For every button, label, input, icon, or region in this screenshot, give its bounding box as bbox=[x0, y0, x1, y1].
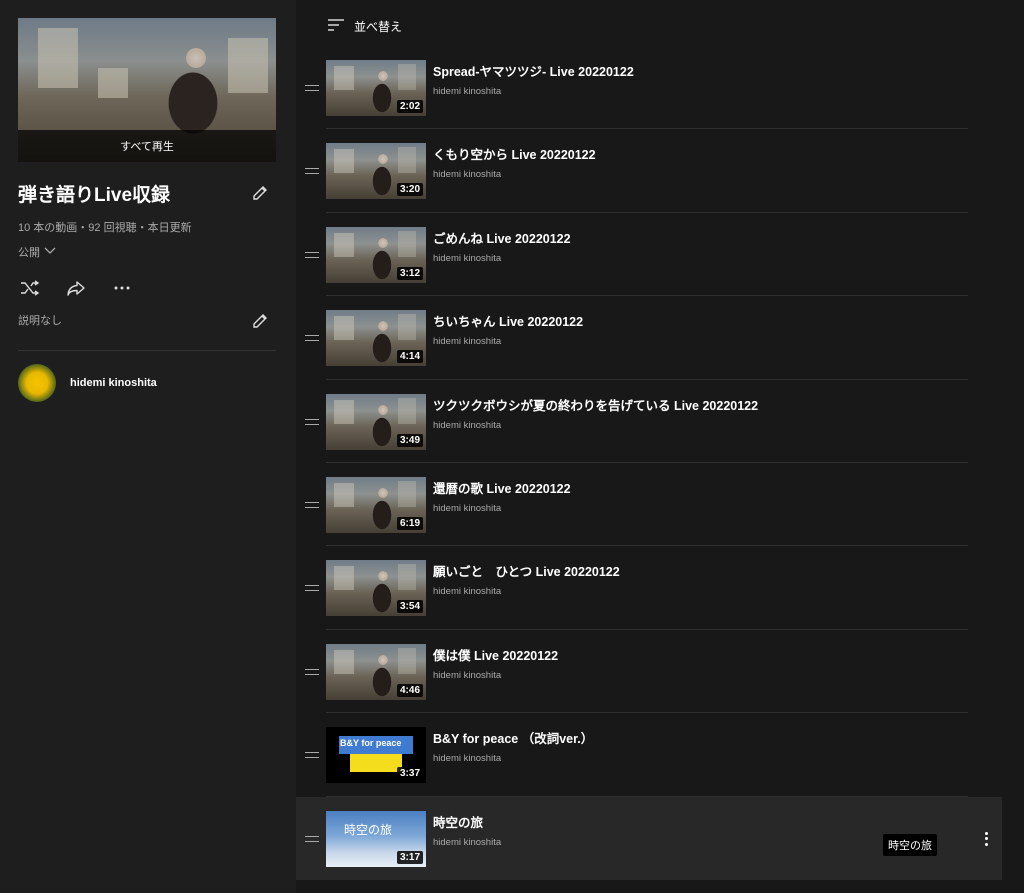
video-thumbnail[interactable]: 3:20 bbox=[326, 143, 426, 200]
video-channel[interactable]: hidemi kinoshita bbox=[433, 837, 501, 848]
video-row[interactable]: 3:49 ツクツクボウシが夏の終わりを告げている Live 20220122 h… bbox=[296, 380, 1002, 463]
drag-handle-icon[interactable] bbox=[305, 752, 319, 759]
playlist-title: 弾き語りLive収録 bbox=[18, 185, 171, 206]
video-channel[interactable]: hidemi kinoshita bbox=[433, 586, 501, 597]
video-row[interactable]: 2:02 Spread-ヤマツツジ- Live 20220122 hidemi … bbox=[296, 46, 1002, 130]
chevron-down-icon bbox=[44, 246, 56, 258]
video-thumbnail[interactable]: 4:14 bbox=[326, 310, 426, 367]
video-channel[interactable]: hidemi kinoshita bbox=[433, 670, 501, 681]
video-title[interactable]: 僕は僕 Live 20220122 bbox=[433, 645, 558, 664]
duration-badge: 4:46 bbox=[396, 683, 423, 697]
sort-label: 並べ替え bbox=[354, 20, 403, 34]
drag-handle-icon[interactable] bbox=[305, 335, 319, 342]
playlist-header-panel: すべて再生 弾き語りLive収録 10 本の動画・92 回視聴・本日更新 公開 … bbox=[0, 0, 296, 893]
title-tooltip: 時空の旅 bbox=[883, 833, 937, 856]
sort-button[interactable]: 並べ替え bbox=[328, 18, 402, 35]
duration-badge: 4:14 bbox=[396, 350, 423, 364]
avatar bbox=[18, 364, 56, 402]
video-title[interactable]: くもり空から Live 20220122 bbox=[433, 144, 596, 163]
video-channel[interactable]: hidemi kinoshita bbox=[433, 169, 501, 180]
duration-badge: 3:54 bbox=[396, 600, 423, 614]
video-thumbnail[interactable]: 4:46 bbox=[326, 643, 426, 700]
playlist-thumbnail[interactable]: すべて再生 bbox=[18, 18, 276, 162]
shuffle-icon[interactable] bbox=[18, 278, 42, 298]
duration-badge: 3:17 bbox=[396, 850, 423, 864]
drag-handle-icon[interactable] bbox=[305, 251, 319, 258]
video-channel[interactable]: hidemi kinoshita bbox=[433, 336, 501, 347]
playlist-description: 説明なし bbox=[18, 315, 62, 327]
drag-handle-icon[interactable] bbox=[305, 168, 319, 175]
duration-badge: 3:20 bbox=[396, 183, 423, 197]
video-title[interactable]: ちいちゃん Live 20220122 bbox=[433, 311, 583, 330]
divider bbox=[18, 350, 276, 351]
video-row-hovered[interactable]: 時空の旅 3:17 時空の旅 hidemi kinoshita 時空の旅 bbox=[296, 796, 1002, 880]
video-thumbnail[interactable]: 2:02 bbox=[326, 60, 426, 116]
video-thumbnail[interactable]: 3:12 bbox=[326, 226, 426, 283]
thumbnail-text: 時空の旅 bbox=[344, 822, 393, 837]
more-actions-icon[interactable] bbox=[110, 278, 134, 298]
share-icon[interactable] bbox=[64, 278, 88, 298]
playlist-actions bbox=[18, 278, 134, 298]
video-row[interactable]: 3:54 願いごと ひとつ Live 20220122 hidemi kinos… bbox=[296, 546, 1002, 630]
video-channel[interactable]: hidemi kinoshita bbox=[433, 503, 501, 514]
video-thumbnail[interactable]: 時空の旅 3:17 bbox=[326, 810, 426, 867]
video-thumbnail[interactable]: 3:49 bbox=[326, 393, 426, 450]
edit-description-pencil-icon[interactable] bbox=[250, 311, 270, 331]
flag-yellow-band bbox=[350, 754, 402, 773]
video-title[interactable]: 時空の旅 bbox=[433, 812, 483, 831]
video-title[interactable]: 願いごと ひとつ Live 20220122 bbox=[433, 561, 620, 580]
video-title[interactable]: ツクツクボウシが夏の終わりを告げている Live 20220122 bbox=[433, 395, 758, 414]
duration-badge: 6:19 bbox=[396, 516, 423, 530]
play-all-button[interactable]: すべて再生 bbox=[18, 130, 276, 162]
privacy-dropdown[interactable]: 公開 bbox=[18, 244, 56, 260]
drag-handle-icon[interactable] bbox=[305, 835, 319, 842]
video-channel[interactable]: hidemi kinoshita bbox=[433, 753, 501, 764]
video-row[interactable]: 4:14 ちいちゃん Live 20220122 hidemi kinoshit… bbox=[296, 296, 1002, 380]
video-title[interactable]: 還暦の歌 Live 20220122 bbox=[433, 478, 571, 497]
video-channel[interactable]: hidemi kinoshita bbox=[433, 253, 501, 264]
video-title[interactable]: ごめんね Live 20220122 bbox=[433, 228, 571, 247]
drag-handle-icon[interactable] bbox=[305, 585, 319, 592]
video-thumbnail[interactable]: 6:19 bbox=[326, 476, 426, 533]
video-title[interactable]: Spread-ヤマツツジ- Live 20220122 bbox=[433, 61, 634, 80]
video-thumbnail[interactable]: 3:54 bbox=[326, 560, 426, 617]
duration-badge: 3:12 bbox=[396, 266, 423, 280]
video-list: 2:02 Spread-ヤマツツジ- Live 20220122 hidemi … bbox=[296, 46, 1024, 880]
owner-name: hidemi kinoshita bbox=[70, 377, 157, 389]
drag-handle-icon[interactable] bbox=[305, 668, 319, 675]
video-title[interactable]: B&Y for peace （改詞ver.） bbox=[433, 728, 593, 747]
thumbnail-text: B&Y for peace bbox=[340, 738, 402, 749]
video-row[interactable]: 6:19 還暦の歌 Live 20220122 hidemi kinoshita bbox=[296, 463, 1002, 547]
playlist-stats: 10 本の動画・92 回視聴・本日更新 bbox=[18, 222, 192, 234]
duration-badge: 2:02 bbox=[396, 100, 423, 113]
video-row[interactable]: 4:46 僕は僕 Live 20220122 hidemi kinoshita bbox=[296, 630, 1002, 714]
video-row[interactable]: 3:20 くもり空から Live 20220122 hidemi kinoshi… bbox=[296, 129, 1002, 213]
drag-handle-icon[interactable] bbox=[305, 85, 319, 91]
duration-badge: 3:49 bbox=[396, 433, 423, 447]
privacy-label: 公開 bbox=[18, 247, 40, 259]
edit-title-pencil-icon[interactable] bbox=[250, 183, 270, 203]
playlist-owner[interactable]: hidemi kinoshita bbox=[18, 364, 157, 402]
sort-icon bbox=[328, 19, 344, 34]
duration-badge: 3:37 bbox=[396, 767, 423, 781]
video-channel[interactable]: hidemi kinoshita bbox=[433, 86, 501, 97]
video-thumbnail[interactable]: B&Y for peace 3:37 bbox=[326, 727, 426, 784]
more-options-icon[interactable] bbox=[980, 829, 992, 849]
video-channel[interactable]: hidemi kinoshita bbox=[433, 420, 501, 431]
video-row[interactable]: 3:12 ごめんね Live 20220122 hidemi kinoshita bbox=[296, 213, 1002, 297]
drag-handle-icon[interactable] bbox=[305, 501, 319, 508]
video-row[interactable]: B&Y for peace 3:37 B&Y for peace （改詞ver.… bbox=[296, 713, 1002, 797]
drag-handle-icon[interactable] bbox=[305, 418, 319, 425]
